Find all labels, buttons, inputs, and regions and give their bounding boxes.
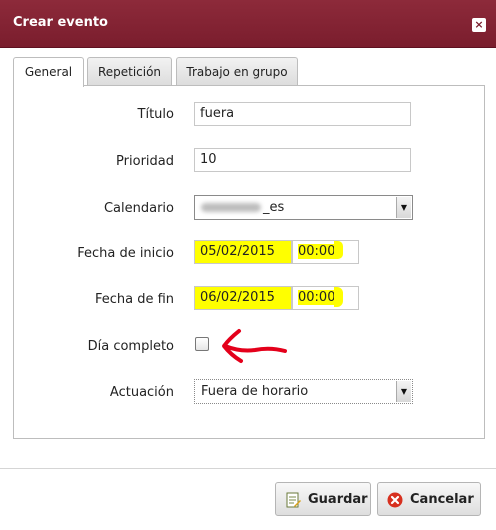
fecha-inicio-date-field[interactable]: 05/02/2015 xyxy=(194,240,292,264)
calendario-select[interactable]: _es ▼ xyxy=(194,195,413,220)
actuacion-select[interactable]: Fuera de horario ▼ xyxy=(194,379,413,404)
tab-trabajo-label: Trabajo en grupo xyxy=(186,65,288,79)
footer-divider xyxy=(0,468,496,469)
highlight-mark xyxy=(334,287,343,307)
calendario-value: _es xyxy=(263,200,285,215)
actuacion-value: Fuera de horario xyxy=(201,384,309,399)
dia-completo-checkbox[interactable] xyxy=(195,337,209,351)
highlight-mark xyxy=(334,241,343,259)
calendario-label: Calendario xyxy=(103,201,174,216)
tab-trabajo-en-grupo[interactable]: Trabajo en grupo xyxy=(176,57,298,86)
fecha-inicio-label: Fecha de inicio xyxy=(77,246,174,261)
dia-completo-label: Día completo xyxy=(87,339,174,354)
titulo-field[interactable]: fuera xyxy=(194,102,411,126)
fecha-inicio-time-value: 00:00 xyxy=(298,244,336,259)
chevron-down-icon[interactable]: ▼ xyxy=(396,197,411,218)
fecha-fin-time-field[interactable]: 00:00 xyxy=(292,286,359,310)
tab-general[interactable]: General xyxy=(13,57,84,87)
redacted-blur xyxy=(201,203,261,212)
save-button[interactable]: Guardar xyxy=(275,482,371,516)
fecha-fin-time-value: 00:00 xyxy=(298,290,336,305)
prioridad-field[interactable]: 10 xyxy=(194,148,411,172)
close-icon[interactable]: × xyxy=(472,18,486,32)
actuacion-label: Actuación xyxy=(109,385,174,400)
cancel-button[interactable]: Cancelar xyxy=(377,482,481,516)
save-form-icon xyxy=(286,492,301,508)
dialog-titlebar: Crear evento × xyxy=(0,0,496,48)
save-button-label: Guardar xyxy=(308,492,368,507)
dialog-title: Crear evento xyxy=(13,15,108,30)
fecha-inicio-time-field[interactable]: 00:00 xyxy=(292,240,359,264)
chevron-down-icon[interactable]: ▼ xyxy=(396,381,411,402)
tab-repeticion-label: Repetición xyxy=(97,65,162,79)
tab-general-label: General xyxy=(24,65,73,79)
fecha-fin-date-field[interactable]: 06/02/2015 xyxy=(194,286,292,310)
titulo-label: Título xyxy=(137,107,174,122)
tab-repeticion[interactable]: Repetición xyxy=(87,57,172,86)
cancel-icon xyxy=(387,492,403,508)
cancel-button-label: Cancelar xyxy=(410,492,474,507)
red-arrow-annotation xyxy=(222,329,287,363)
fecha-fin-label: Fecha de fin xyxy=(94,292,174,307)
prioridad-label: Prioridad xyxy=(116,154,174,169)
